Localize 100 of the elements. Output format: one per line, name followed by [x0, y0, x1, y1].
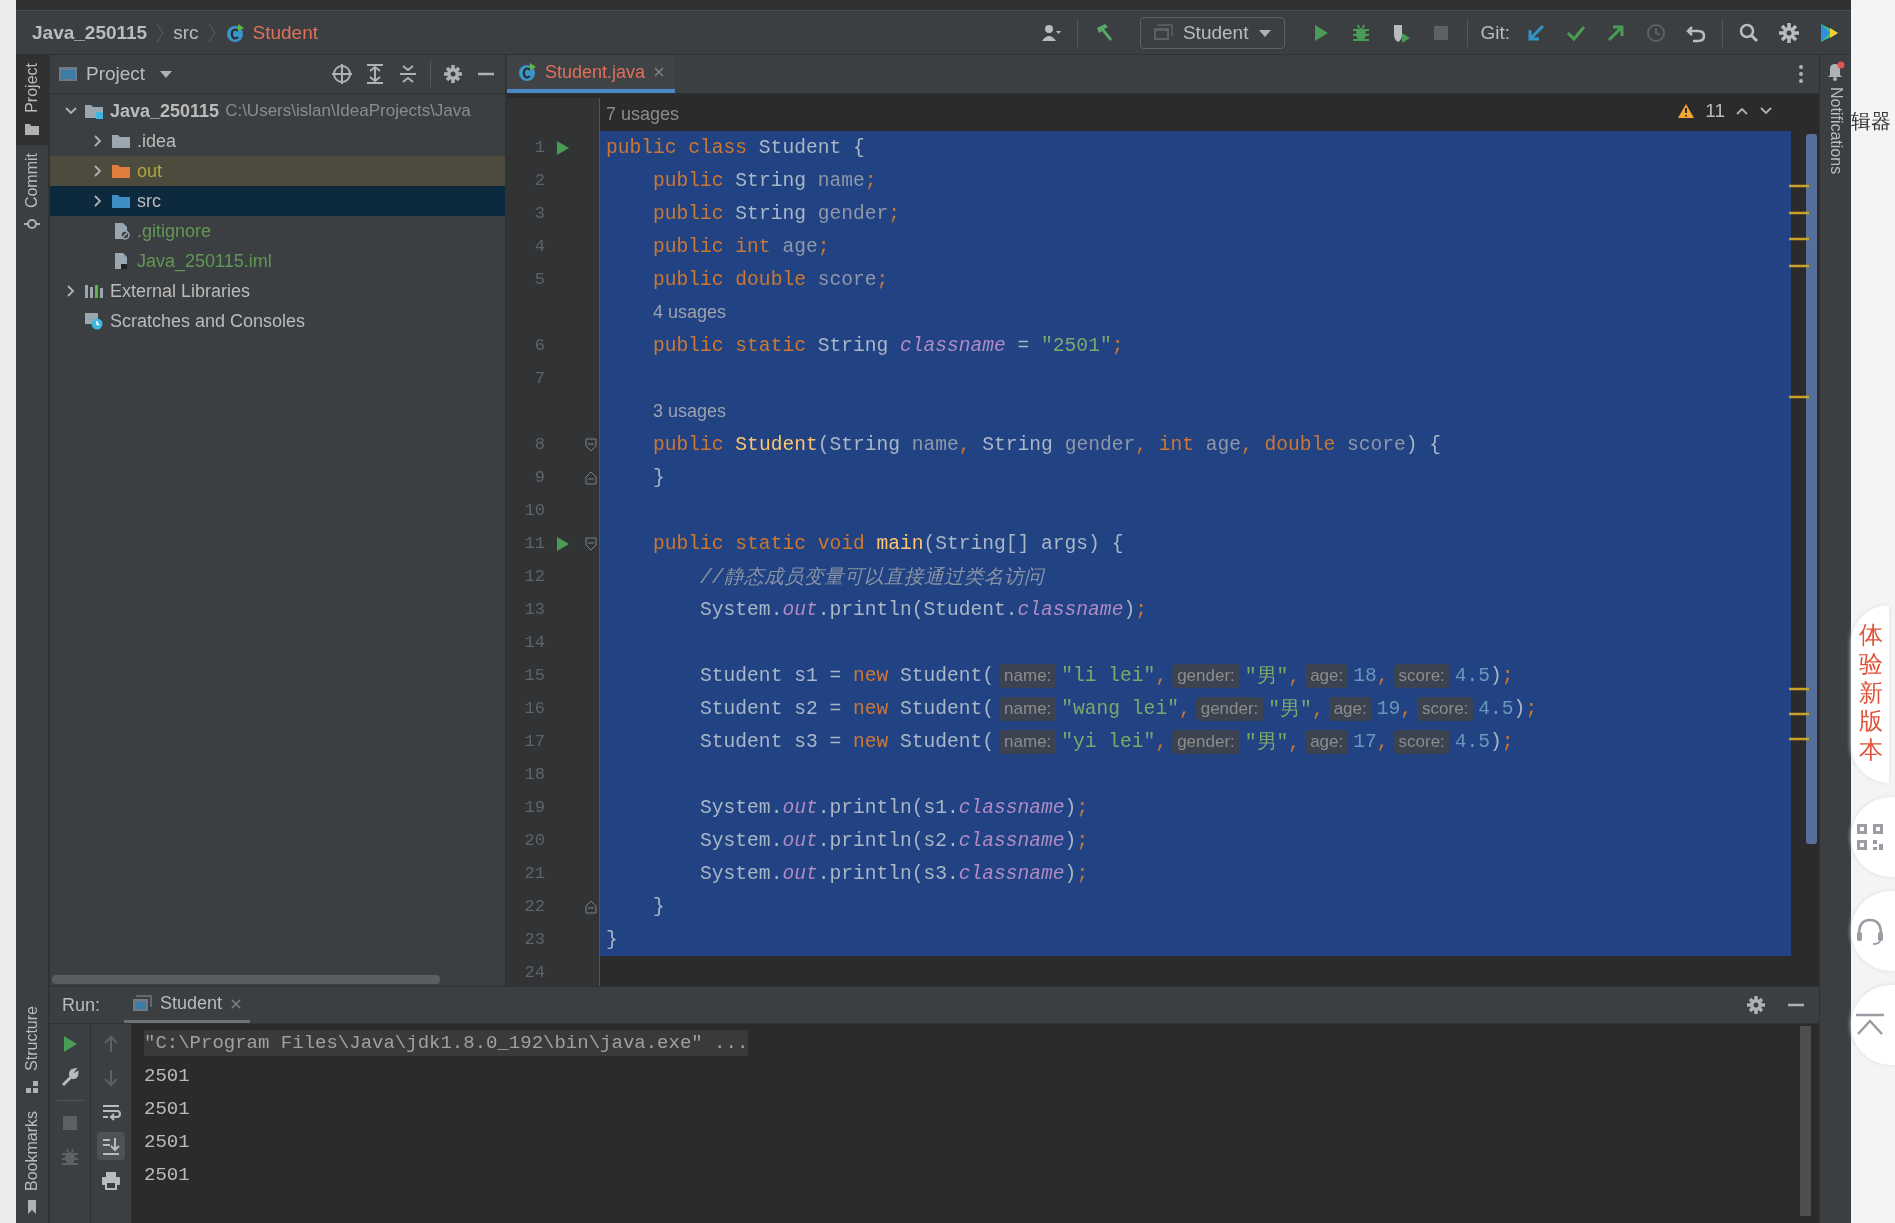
- parameter-hint: name:: [999, 663, 1057, 688]
- tree-item[interactable]: src: [50, 186, 505, 216]
- settings-icon[interactable]: [442, 63, 464, 85]
- chevron-right-icon: [155, 21, 166, 44]
- run-configuration-dropdown[interactable]: Student: [1139, 16, 1286, 49]
- scrollbar[interactable]: [52, 975, 440, 984]
- more-options-icon[interactable]: [1797, 63, 1805, 85]
- code-text: }: [653, 466, 665, 489]
- scratch-icon: [84, 312, 104, 330]
- scrollbar[interactable]: [1806, 134, 1817, 844]
- chevron-right-icon: [206, 21, 217, 44]
- code-text: System.out.println(Student.classname);: [700, 598, 1147, 621]
- tree-item[interactable]: Scratches and Consoles: [50, 306, 505, 336]
- parameter-hint: score:: [1417, 696, 1474, 721]
- breadcrumb-item[interactable]: Student: [252, 21, 318, 44]
- class-icon: [224, 22, 245, 43]
- page-title-fragment: 辑器: [1851, 109, 1891, 134]
- parameter-hint: gender:: [1172, 729, 1240, 754]
- console-output: 2501: [144, 1097, 190, 1120]
- window-icon: [1152, 23, 1173, 42]
- caret-icon: [159, 69, 174, 79]
- code-text: System.out.println(s3.classname);: [700, 862, 1089, 885]
- fold-icon[interactable]: [585, 899, 597, 914]
- code-text: 4.5);: [1454, 664, 1514, 687]
- notifications-tab[interactable]: Notifications: [1826, 55, 1845, 175]
- folder-icon: [84, 102, 104, 120]
- parameter-hint: name:: [999, 729, 1057, 754]
- close-icon[interactable]: [653, 66, 666, 78]
- tree-item[interactable]: .idea: [50, 126, 505, 156]
- run-icon[interactable]: [555, 534, 571, 553]
- code-text: System.out.println(s1.classname);: [700, 796, 1089, 819]
- editor-tab[interactable]: Student.java: [507, 55, 676, 93]
- headset-icon[interactable]: [1855, 916, 1885, 946]
- parameter-hint: gender:: [1195, 696, 1264, 721]
- library-icon: [84, 282, 104, 300]
- console-output: 2501: [144, 1130, 190, 1153]
- code-text: Student s3 = new Student(: [700, 730, 995, 753]
- chevron-up-icon[interactable]: [1735, 106, 1749, 116]
- code-text: System.out.println(s2.classname);: [700, 829, 1089, 852]
- settings-icon[interactable]: [1745, 994, 1767, 1016]
- promo-tab[interactable]: 体验新版本: [1851, 605, 1889, 783]
- code-text: "wang lei",: [1061, 697, 1191, 720]
- caret-icon: [1258, 27, 1273, 38]
- code-text: public String gender;: [653, 202, 900, 225]
- tree-item[interactable]: .gitignore: [50, 216, 505, 246]
- usages-hint: 3 usages: [653, 400, 727, 423]
- class-icon: [517, 62, 537, 82]
- chevron-down-icon[interactable]: [1759, 106, 1773, 116]
- fold-icon[interactable]: [585, 536, 597, 551]
- warning-icon: [1677, 103, 1696, 119]
- tool-window-tab[interactable]: Commit: [16, 144, 48, 240]
- code-text: "yi lei",: [1061, 730, 1168, 753]
- folder-icon: [111, 162, 131, 180]
- locate-icon[interactable]: [331, 63, 353, 85]
- parameter-hint: age:: [1305, 663, 1349, 688]
- code-text: Student s1 = new Student(: [700, 664, 995, 687]
- folder-icon: [111, 192, 131, 210]
- tool-window-tab[interactable]: Project: [16, 55, 48, 145]
- usages-hint: 7 usages: [606, 103, 680, 126]
- parameter-hint: score:: [1393, 663, 1450, 688]
- tree-item[interactable]: Java_250115.iml: [50, 246, 505, 276]
- git-label: Git:: [1480, 21, 1510, 44]
- code-text: //静态成员变量可以直接通过类名访问: [700, 565, 1044, 590]
- scroll-to-end-icon[interactable]: [97, 1132, 125, 1160]
- tool-window-tab[interactable]: Structure: [16, 998, 48, 1103]
- tree-item[interactable]: External Libraries: [50, 276, 505, 306]
- tool-window-tab[interactable]: Bookmarks: [16, 1102, 48, 1223]
- folder-icon: [111, 132, 131, 150]
- qr-code-icon[interactable]: [1855, 822, 1885, 852]
- code-text: "男",: [1244, 665, 1301, 689]
- expand-all-icon[interactable]: [364, 63, 386, 85]
- parameter-hint: age:: [1305, 729, 1349, 754]
- breadcrumb-item[interactable]: Java_250115: [32, 21, 148, 44]
- run-icon[interactable]: [555, 138, 571, 157]
- tree-item[interactable]: Java_250115 C:\Users\islan\IdeaProjects\Java: [50, 96, 505, 126]
- console-command: "C:\Program Files\Java\jdk1.8.0_192\bin\java.exe" ...: [144, 1029, 749, 1056]
- code-text: 4.5);: [1478, 697, 1538, 720]
- fold-icon[interactable]: [585, 437, 597, 452]
- console-output: 2501: [144, 1064, 190, 1087]
- tree-item[interactable]: out: [50, 156, 505, 186]
- console-output: 2501: [144, 1163, 190, 1186]
- breadcrumb-item[interactable]: src: [173, 21, 199, 44]
- code-text: }: [653, 895, 665, 918]
- code-text: public static void main(String[] args) {: [653, 532, 1124, 555]
- usages-hint: 4 usages: [653, 301, 727, 324]
- parameter-hint: gender:: [1172, 663, 1240, 688]
- scrollbar[interactable]: [1800, 1026, 1811, 1216]
- fold-icon[interactable]: [585, 470, 597, 485]
- code-text: public double score;: [653, 268, 889, 291]
- collapse-all-icon[interactable]: [397, 63, 419, 85]
- structure-icon: [24, 1078, 40, 1095]
- parameter-hint: name:: [999, 696, 1057, 721]
- code-text: public static String classname = "2501";: [653, 334, 1124, 357]
- close-icon[interactable]: [230, 997, 243, 1010]
- window-icon: [58, 65, 78, 83]
- project-view-dropdown[interactable]: Project: [86, 63, 174, 85]
- code-text: public class Student {: [606, 136, 865, 159]
- code-text: public String name;: [653, 169, 877, 192]
- code-text: Student s2 = new Student(: [700, 697, 995, 720]
- code-text: public int age;: [653, 235, 830, 258]
